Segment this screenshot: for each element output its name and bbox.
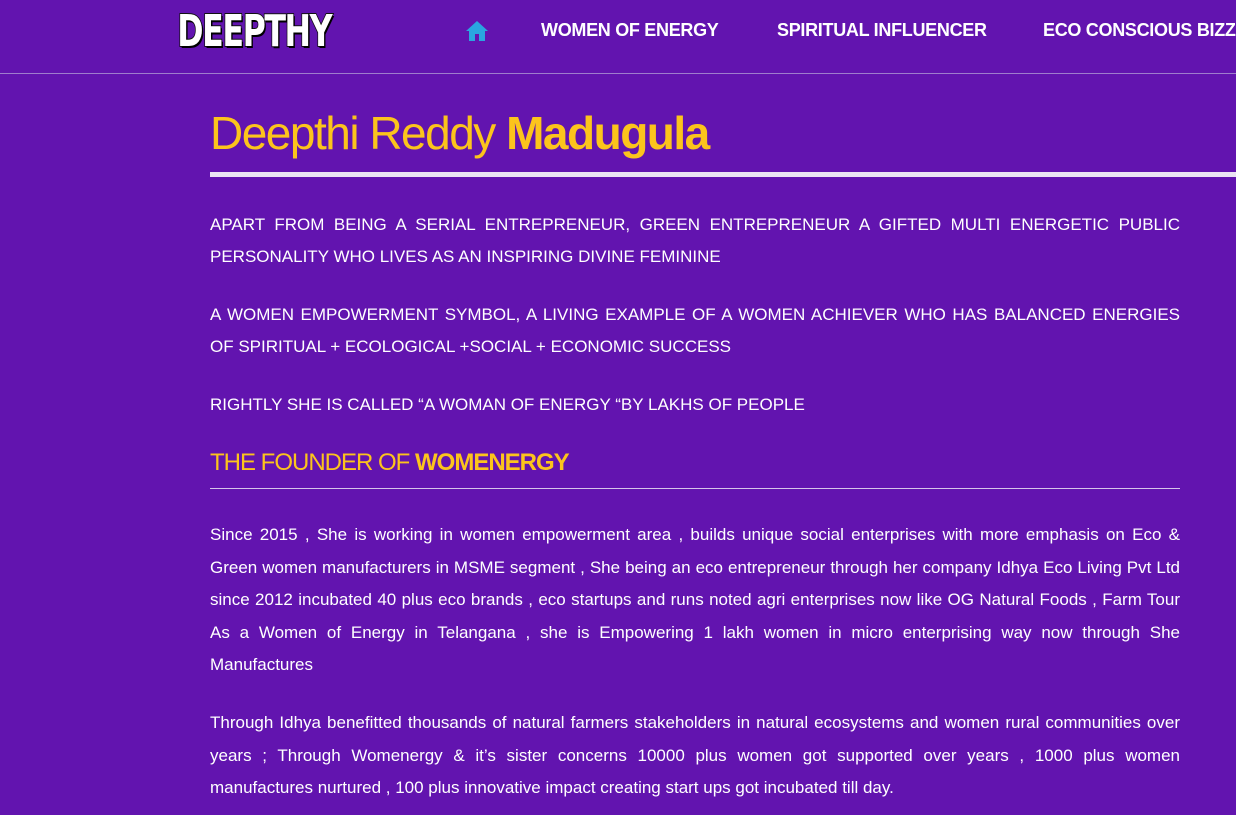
section-title-regular: THE FOUNDER OF — [210, 449, 415, 476]
home-icon[interactable] — [465, 20, 489, 42]
page-title-bold: Madugula — [506, 107, 710, 159]
intro-paragraph-1: APART FROM BEING A SERIAL ENTREPRENEUR, … — [210, 215, 1180, 266]
section-title-bold: WOMENERGY — [415, 449, 570, 476]
page-title-regular: Deepthi Reddy — [210, 107, 507, 159]
section-divider — [210, 488, 1180, 489]
site-logo[interactable]: DEEPTHY — [177, 2, 334, 60]
founder-paragraph-1: Since 2015 , She is working in women emp… — [210, 525, 1180, 674]
title-divider — [210, 172, 1236, 177]
intro-paragraph-2: A WOMEN EMPOWERMENT SYMBOL, A LIVING EXA… — [210, 305, 1180, 356]
site-header: DEEPTHY WOMEN OF ENERGY SPIRITUAL INFLUE… — [0, 0, 1236, 74]
nav-women-of-energy[interactable]: WOMEN OF ENERGY — [541, 20, 719, 41]
intro-paragraph-3: RIGHTLY SHE IS CALLED “A WOMAN OF ENERGY… — [210, 395, 805, 414]
nav-eco-conscious-bizz[interactable]: ECO CONSCIOUS BIZZ — [1043, 20, 1236, 41]
page-title: Deepthi Reddy Madugula — [210, 106, 710, 160]
section-title: THE FOUNDER OF WOMENERGY — [210, 449, 570, 477]
nav-spiritual-influencer[interactable]: SPIRITUAL INFLUENCER — [777, 20, 987, 41]
founder-paragraph-2: Through Idhya benefitted thousands of na… — [210, 713, 1180, 797]
